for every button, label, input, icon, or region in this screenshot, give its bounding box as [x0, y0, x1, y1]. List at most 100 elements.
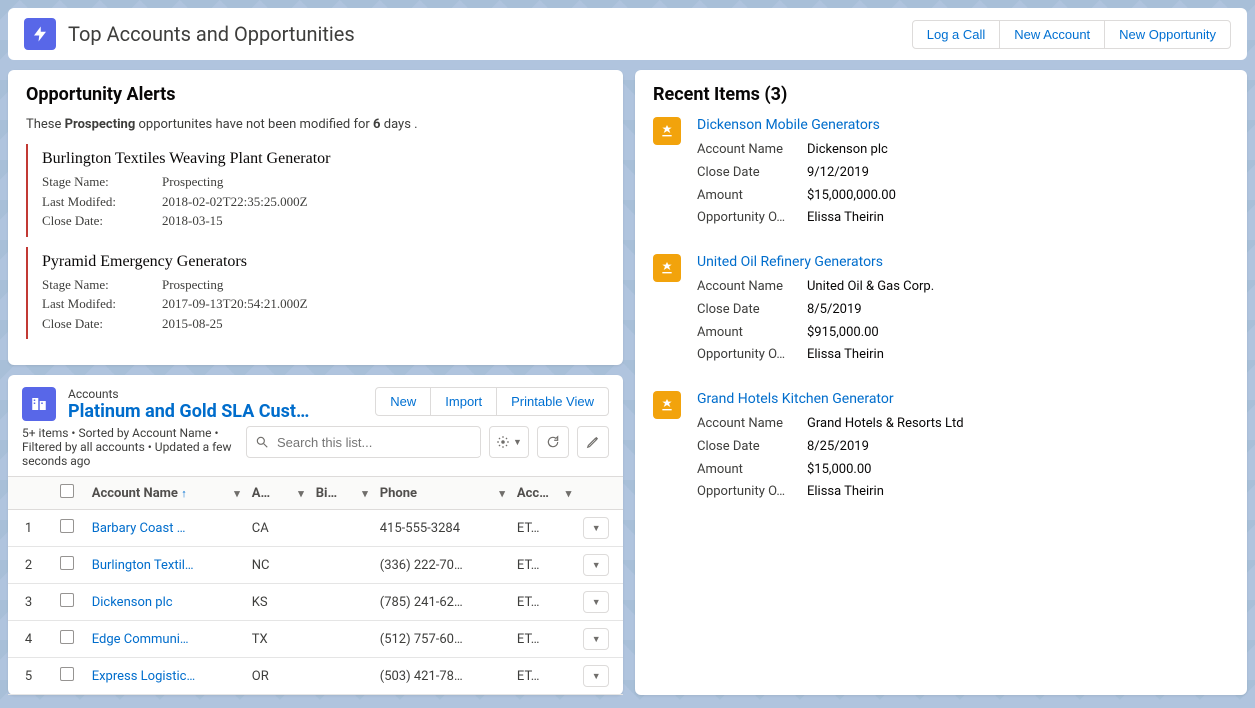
recent-label: Close Date — [697, 162, 807, 185]
chevron-down-icon[interactable]: ▾ — [566, 487, 572, 500]
log-a-call-button[interactable]: Log a Call — [912, 20, 1001, 49]
chevron-down-icon[interactable]: ▾ — [298, 487, 304, 500]
recent-item: United Oil Refinery Generators Account Na… — [653, 254, 1229, 367]
cell-owner: ET… — [511, 547, 577, 584]
gear-icon — [496, 435, 510, 449]
row-actions-button[interactable]: ▼ — [583, 554, 609, 576]
chevron-down-icon[interactable]: ▾ — [499, 487, 505, 500]
recent-label: Opportunity O… — [697, 481, 807, 504]
alert-label-modified: Last Modifed: — [42, 294, 162, 314]
col-3[interactable]: Bi…▾ — [310, 477, 374, 510]
alert-value-stage: Prospecting — [162, 275, 223, 295]
alert-item: Burlington Textiles Weaving Plant Genera… — [26, 144, 605, 237]
col-2[interactable]: A… ▾ — [246, 477, 310, 510]
recent-item-link[interactable]: Dickenson Mobile Generators — [697, 117, 1229, 133]
recent-value: Elissa Theirin — [807, 481, 1229, 504]
alert-label-close: Close Date: — [42, 314, 162, 334]
cell-billing — [310, 547, 374, 584]
recent-label: Account Name — [697, 276, 807, 299]
account-name-link[interactable]: Barbary Coast … — [92, 521, 186, 536]
alert-value-close: 2015-08-25 — [162, 314, 223, 334]
recent-value: Grand Hotels & Resorts Ltd — [807, 413, 1229, 436]
list-view-selector[interactable]: Platinum and Gold SLA Cust… — [68, 401, 338, 422]
row-checkbox[interactable] — [60, 630, 74, 644]
alert-value-close: 2018-03-15 — [162, 211, 223, 231]
alert-label-stage: Stage Name: — [42, 275, 162, 295]
pencil-icon — [586, 435, 600, 449]
new-account-button[interactable]: New Account — [999, 20, 1105, 49]
row-checkbox[interactable] — [60, 593, 74, 607]
col-account-name[interactable]: Account Name ↑▾ — [86, 477, 246, 510]
list-search[interactable] — [246, 426, 481, 458]
cell-phone: (512) 757-60… — [374, 621, 511, 658]
row-actions-button[interactable]: ▼ — [583, 665, 609, 687]
new-opportunity-button[interactable]: New Opportunity — [1104, 20, 1231, 49]
cell-billing — [310, 621, 374, 658]
list-search-input[interactable] — [269, 429, 480, 456]
list-printable-button[interactable]: Printable View — [496, 387, 609, 416]
account-name-link[interactable]: Express Logistic… — [92, 669, 195, 684]
row-actions-button[interactable]: ▼ — [583, 591, 609, 613]
app-icon — [24, 18, 56, 50]
recent-value: 8/25/2019 — [807, 436, 1229, 459]
alerts-intro-stage: Prospecting — [65, 117, 136, 132]
accounts-table: Account Name ↑▾ A…▾ Bi…▾ Phone▾ Acc…▾ 1B… — [8, 476, 623, 695]
recent-item-link[interactable]: Grand Hotels Kitchen Generator — [697, 391, 1229, 407]
select-all-checkbox[interactable] — [60, 484, 74, 498]
list-new-button[interactable]: New — [375, 387, 431, 416]
cell-state: OR — [246, 658, 310, 695]
row-number: 5 — [8, 658, 49, 695]
col-phone[interactable]: Phone▾ — [374, 477, 511, 510]
list-settings-button[interactable]: ▼ — [489, 426, 529, 458]
alert-value-modified: 2017-09-13T20:54:21.000Z — [162, 294, 308, 314]
list-import-button[interactable]: Import — [430, 387, 497, 416]
edit-list-button[interactable] — [577, 426, 609, 458]
recent-label: Opportunity O… — [697, 344, 807, 367]
row-actions-button[interactable]: ▼ — [583, 628, 609, 650]
cell-billing — [310, 658, 374, 695]
recent-label: Opportunity O… — [697, 207, 807, 230]
recent-label: Amount — [697, 322, 807, 345]
recent-value: Elissa Theirin — [807, 344, 1229, 367]
cell-state: TX — [246, 621, 310, 658]
row-checkbox[interactable] — [60, 667, 74, 681]
row-actions-button[interactable]: ▼ — [583, 517, 609, 539]
recent-value: Dickenson plc — [807, 139, 1229, 162]
recent-label: Amount — [697, 459, 807, 482]
list-object-label: Accounts — [68, 387, 363, 401]
account-name-link[interactable]: Burlington Textil… — [92, 558, 194, 573]
table-row: 2Burlington Textil…NC(336) 222-70…ET…▼ — [8, 547, 623, 584]
account-name-link[interactable]: Edge Communi… — [92, 632, 189, 647]
col-label: Acc… — [517, 486, 549, 501]
cell-owner: ET… — [511, 658, 577, 695]
refresh-button[interactable] — [537, 426, 569, 458]
chevron-down-icon: ▼ — [592, 597, 601, 608]
recent-label: Account Name — [697, 413, 807, 436]
recent-label: Account Name — [697, 139, 807, 162]
cell-billing — [310, 510, 374, 547]
chevron-down-icon: ▼ — [592, 523, 601, 534]
recent-label: Amount — [697, 185, 807, 208]
table-row: 3Dickenson plcKS(785) 241-62…ET…▼ — [8, 584, 623, 621]
recent-label: Close Date — [697, 436, 807, 459]
col-5[interactable]: Acc… ▾ — [511, 477, 577, 510]
row-number: 2 — [8, 547, 49, 584]
chevron-down-icon[interactable]: ▾ — [362, 487, 368, 500]
chevron-down-icon: ▼ — [592, 671, 601, 682]
account-name-link[interactable]: Dickenson plc — [92, 595, 173, 610]
opportunity-alerts-title: Opportunity Alerts — [26, 84, 605, 105]
refresh-icon — [546, 435, 560, 449]
recent-item-link[interactable]: United Oil Refinery Generators — [697, 254, 1229, 270]
col-label: A… — [252, 486, 270, 501]
recent-value: Elissa Theirin — [807, 207, 1229, 230]
row-checkbox[interactable] — [60, 519, 74, 533]
account-icon — [22, 387, 56, 421]
recent-value: $15,000.00 — [807, 459, 1229, 482]
recent-items-panel: Recent Items (3) Dickenson Mobile Genera… — [635, 70, 1247, 695]
cell-state: NC — [246, 547, 310, 584]
cell-owner: ET… — [511, 621, 577, 658]
row-checkbox[interactable] — [60, 556, 74, 570]
chevron-down-icon[interactable]: ▾ — [234, 487, 240, 500]
alert-label-modified: Last Modifed: — [42, 192, 162, 212]
alert-label-stage: Stage Name: — [42, 172, 162, 192]
